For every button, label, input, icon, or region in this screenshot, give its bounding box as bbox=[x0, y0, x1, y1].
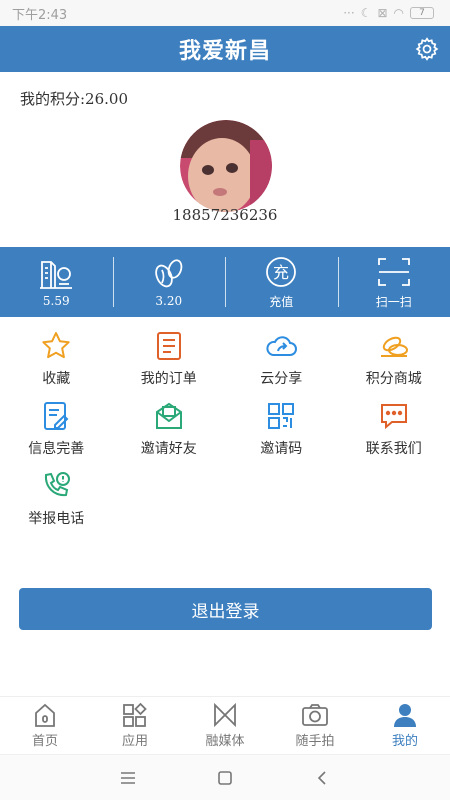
tab-label: 应用 bbox=[121, 734, 148, 749]
stat-recharge[interactable]: 充 充值 bbox=[225, 247, 338, 317]
grid-item-favorites[interactable]: 收藏 bbox=[0, 330, 113, 398]
menu-icon bbox=[121, 771, 136, 784]
svg-text:充: 充 bbox=[273, 263, 289, 282]
grid-label: 积分商城 bbox=[365, 371, 422, 387]
tab-label: 随手拍 bbox=[295, 734, 335, 749]
coins-icon bbox=[380, 336, 408, 357]
status-bar: 下午2:43 ··· ☾ ⊠ ◠ 7 bbox=[0, 0, 450, 26]
app-title: 我爱新昌 bbox=[178, 38, 271, 64]
logout-button[interactable]: 退出登录 bbox=[19, 588, 432, 630]
points-label: 我的积分:26.00 bbox=[20, 90, 128, 108]
avatar[interactable] bbox=[180, 120, 272, 212]
stat-beans[interactable]: 3.20 bbox=[112, 247, 226, 317]
grid-label: 我的订单 bbox=[140, 371, 197, 387]
grid-label: 邀请好友 bbox=[140, 441, 197, 457]
home-icon bbox=[35, 703, 55, 727]
baby-avatar-image bbox=[180, 120, 272, 212]
grid-label: 举报电话 bbox=[28, 511, 85, 527]
tab-media[interactable]: 融媒体 bbox=[180, 697, 270, 754]
user-icon bbox=[394, 704, 416, 727]
status-icons: ··· ☾ ⊠ ◠ 7 bbox=[343, 6, 434, 20]
grid-item-invite-code[interactable]: 邀请码 bbox=[225, 400, 338, 468]
building-icon bbox=[40, 261, 73, 289]
stat-recharge-label: 充值 bbox=[269, 294, 294, 309]
stat-scan[interactable]: 扫一扫 bbox=[337, 247, 450, 317]
qr-code-icon bbox=[268, 403, 295, 429]
grid-item-complete-info[interactable]: 信息完善 bbox=[0, 400, 113, 468]
system-nav-bar bbox=[0, 754, 450, 800]
tab-snapshot[interactable]: 随手拍 bbox=[270, 697, 360, 754]
tab-apps[interactable]: 应用 bbox=[90, 697, 180, 754]
grid-item-report-phone[interactable]: 举报电话 bbox=[0, 470, 113, 538]
grid-label: 收藏 bbox=[42, 371, 71, 387]
grid-item-points-mall[interactable]: 积分商城 bbox=[338, 330, 450, 398]
phone-number: 18857236236 bbox=[172, 206, 278, 224]
status-time: 下午2:43 bbox=[12, 7, 68, 23]
grid-label: 邀请码 bbox=[260, 441, 303, 457]
moon-icon: ☾ bbox=[360, 6, 372, 20]
edit-info-icon bbox=[44, 402, 69, 430]
back-chevron-icon bbox=[317, 770, 326, 785]
function-grid: 收藏 我的订单 云分享 积分商城 信息完善 邀请好友 邀请码 联系我们 举报电话 bbox=[0, 330, 450, 538]
grid-item-contact-us[interactable]: 联系我们 bbox=[338, 400, 450, 468]
tab-mine[interactable]: 我的 bbox=[360, 697, 450, 754]
recharge-icon: 充 bbox=[266, 256, 297, 287]
grid-label: 信息完善 bbox=[28, 441, 85, 457]
apps-icon bbox=[123, 702, 147, 727]
chat-icon bbox=[380, 404, 407, 430]
tab-label: 首页 bbox=[31, 734, 58, 749]
cloud-share-icon bbox=[266, 336, 298, 356]
battery-icon: 7 bbox=[410, 7, 434, 19]
tab-label: 融媒体 bbox=[205, 734, 245, 749]
settings-gear-icon[interactable] bbox=[414, 36, 440, 62]
scan-icon bbox=[377, 257, 410, 286]
invite-mail-icon bbox=[155, 402, 182, 429]
tab-home[interactable]: 首页 bbox=[0, 697, 90, 754]
grid-item-invite-friends[interactable]: 邀请好友 bbox=[113, 400, 226, 468]
tab-label: 我的 bbox=[391, 734, 418, 749]
more-dots-icon: ··· bbox=[343, 6, 355, 20]
grid-item-cloud-share[interactable]: 云分享 bbox=[225, 330, 338, 398]
media-icon bbox=[214, 702, 236, 728]
beans-icon bbox=[154, 259, 183, 288]
stat-scan-label: 扫一扫 bbox=[375, 294, 412, 309]
grid-label: 联系我们 bbox=[365, 441, 422, 457]
star-icon bbox=[42, 332, 70, 359]
bottom-tab-bar: 首页 应用 融媒体 随手拍 我的 bbox=[0, 696, 450, 754]
stat-building[interactable]: 5.59 bbox=[0, 247, 113, 317]
wifi-icon: ◠ bbox=[393, 6, 404, 20]
stat-building-value: 5.59 bbox=[42, 294, 70, 308]
camera-icon bbox=[302, 704, 328, 726]
home-nav-button[interactable] bbox=[205, 758, 245, 798]
report-phone-icon bbox=[45, 472, 71, 497]
back-nav-button[interactable] bbox=[302, 758, 342, 798]
menu-nav-button[interactable] bbox=[108, 758, 148, 798]
app-header: 我爱新昌 bbox=[0, 26, 450, 72]
grid-label: 云分享 bbox=[260, 371, 303, 387]
square-home-icon bbox=[218, 770, 232, 785]
sim-icon: ⊠ bbox=[377, 6, 388, 20]
grid-item-my-orders[interactable]: 我的订单 bbox=[113, 330, 226, 398]
stat-beans-value: 3.20 bbox=[155, 294, 183, 308]
order-icon bbox=[156, 332, 181, 360]
stats-bar: 5.59 3.20 充 充值 扫一扫 bbox=[0, 247, 450, 317]
